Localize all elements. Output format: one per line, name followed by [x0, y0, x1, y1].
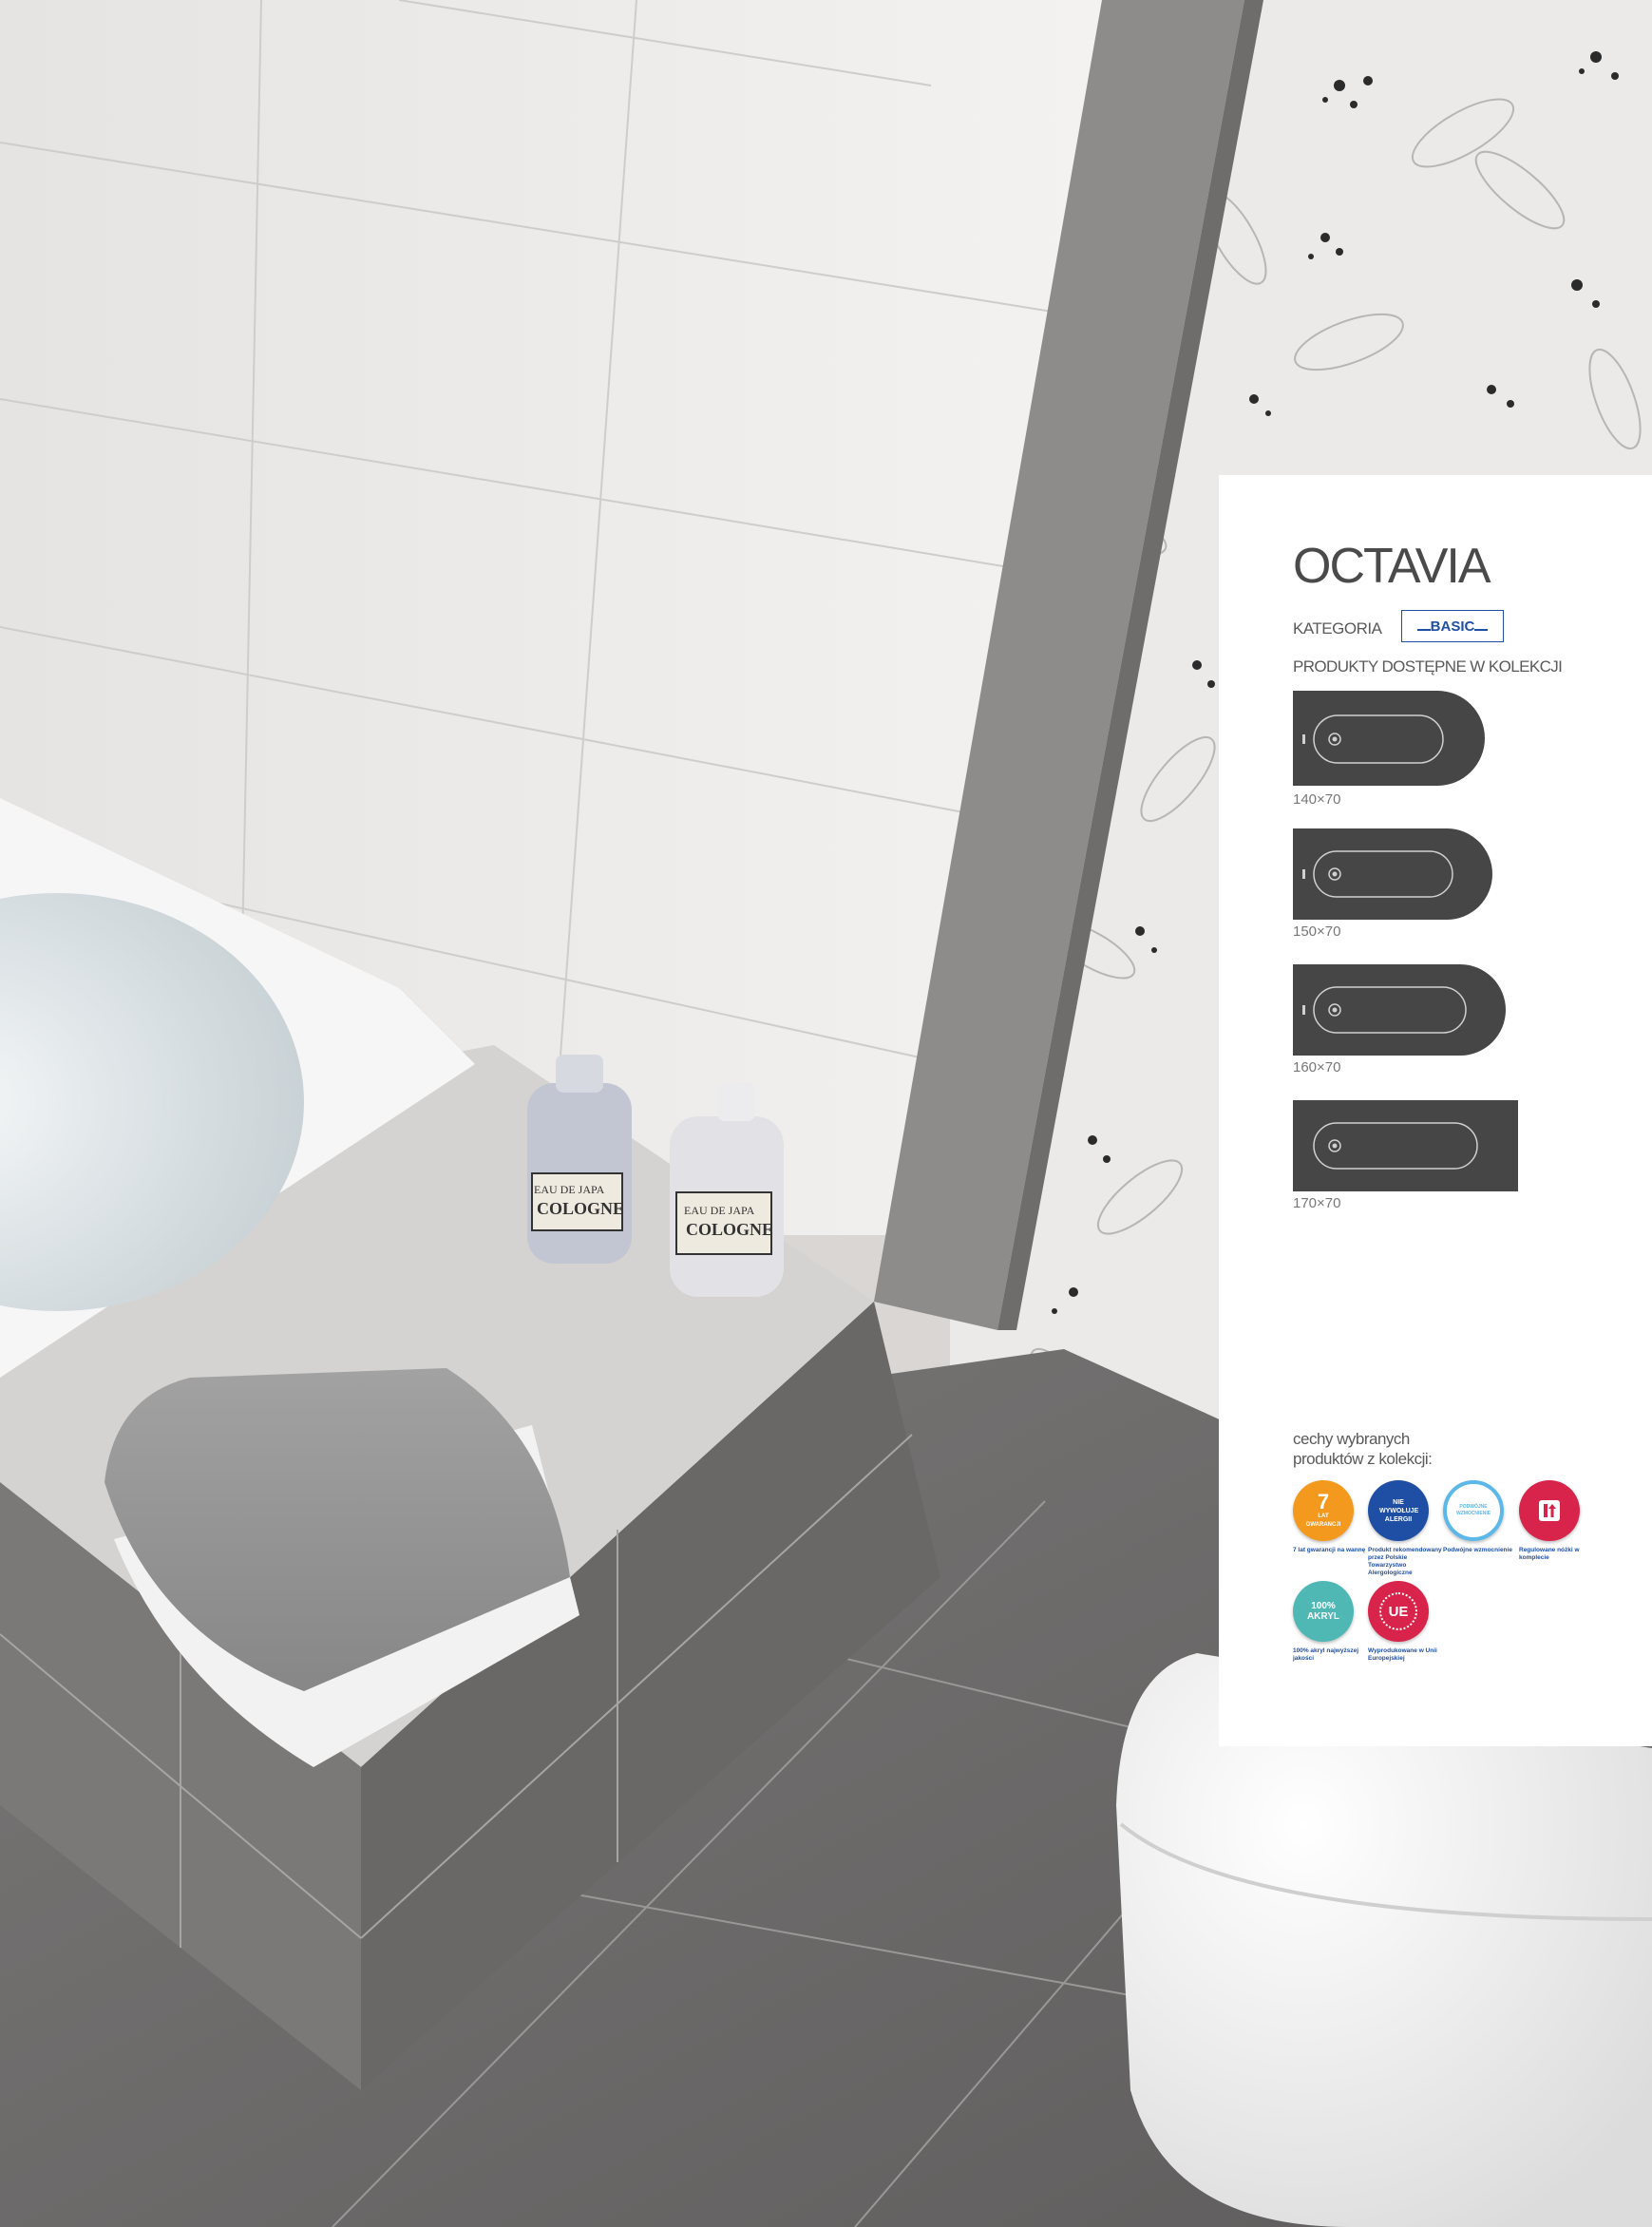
- double-reinforcement-icon: PODWÓJNE WZMOCNIENIE: [1443, 1480, 1504, 1541]
- tub-outline-icon: [1293, 1100, 1518, 1191]
- feature-caption: Produkt rekomendowany przez Polskie Towa…: [1368, 1547, 1442, 1576]
- tub-size-label: 160×70: [1293, 1059, 1341, 1075]
- tub-outline-icon: [1293, 964, 1506, 1056]
- feature-warranty: 7 LAT GWARANCJI 7 lat gwarancji na wannę: [1293, 1480, 1369, 1554]
- feature-caption: Regulowane nóżki w komplecie: [1519, 1547, 1580, 1561]
- warranty-7-years-icon: 7 LAT GWARANCJI: [1293, 1480, 1354, 1541]
- feature-adjustable-legs: Regulowane nóżki w komplecie: [1519, 1480, 1595, 1562]
- tub-diagram-150x70: 150×70: [1293, 828, 1492, 940]
- bottle-label-2: COLOGNE: [537, 1199, 624, 1218]
- no-allergy-badge-text: NIE WYWOŁUJE ALERGII: [1379, 1498, 1419, 1523]
- eu-badge-text: UE: [1379, 1592, 1417, 1630]
- category-value: BASIC: [1430, 618, 1475, 635]
- feature-eu-made: UE Wyprodukowane w Unii Europejskiej: [1368, 1581, 1444, 1663]
- tub-diagram-140x70: 140×70: [1293, 691, 1485, 808]
- category-label: KATEGORIA: [1293, 619, 1382, 638]
- feature-double-reinforcement: PODWÓJNE WZMOCNIENIE Podwójne wzmocnieni…: [1443, 1480, 1519, 1554]
- bottle-label-1: EAU DE JAPA: [534, 1183, 605, 1196]
- no-allergy-icon: NIE WYWOŁUJE ALERGII: [1368, 1480, 1429, 1541]
- feature-acrylic: 100% AKRYL 100% akryl najwyższej jakości: [1293, 1581, 1369, 1663]
- tub-size-label: 150×70: [1293, 923, 1341, 940]
- bottle-1: [527, 1055, 632, 1264]
- acrylic-badge-text: 100% AKRYL: [1306, 1601, 1340, 1622]
- double-reinforcement-badge-text: PODWÓJNE WZMOCNIENIE: [1455, 1504, 1491, 1516]
- adjustable-legs-icon: [1519, 1480, 1580, 1541]
- bottle-label-3: EAU DE JAPA: [684, 1204, 755, 1217]
- feature-caption: Podwójne wzmocnienie: [1443, 1547, 1512, 1553]
- eu-made-icon: UE: [1368, 1581, 1429, 1642]
- tub-size-label: 170×70: [1293, 1195, 1341, 1211]
- tub-size-label: 140×70: [1293, 791, 1341, 808]
- tub-outline-icon: [1293, 828, 1492, 920]
- tub-diagram-170x70: 170×70: [1293, 1100, 1518, 1211]
- tub-diagram-160x70: 160×70: [1293, 964, 1506, 1075]
- product-title: OCTAVIA: [1293, 539, 1491, 594]
- leg-arrow-icon: [1539, 1500, 1560, 1521]
- bottle-label-4: COLOGNE: [686, 1220, 773, 1239]
- feature-caption: 100% akryl najwyższej jakości: [1293, 1647, 1359, 1662]
- warranty-badge-text: LAT GWARANCJI: [1305, 1513, 1341, 1528]
- feature-caption: Wyprodukowane w Unii Europejskiej: [1368, 1647, 1437, 1662]
- warranty-number: 7: [1317, 1490, 1330, 1513]
- features-label: cechy wybranych produktów z kolekcji:: [1293, 1430, 1433, 1468]
- acrylic-100-icon: 100% AKRYL: [1293, 1581, 1354, 1642]
- feature-caption: 7 lat gwarancji na wannę: [1293, 1547, 1366, 1553]
- products-available-label: PRODUKTY DOSTĘPNE W KOLEKCJI: [1293, 657, 1563, 676]
- category-badge: BASIC: [1401, 610, 1504, 642]
- feature-no-allergy: NIE WYWOŁUJE ALERGII Produkt rekomendowa…: [1368, 1480, 1444, 1577]
- tub-outline-icon: [1293, 691, 1485, 786]
- product-info-panel: OCTAVIA KATEGORIA BASIC PRODUKTY DOSTĘPN…: [1219, 475, 1652, 1746]
